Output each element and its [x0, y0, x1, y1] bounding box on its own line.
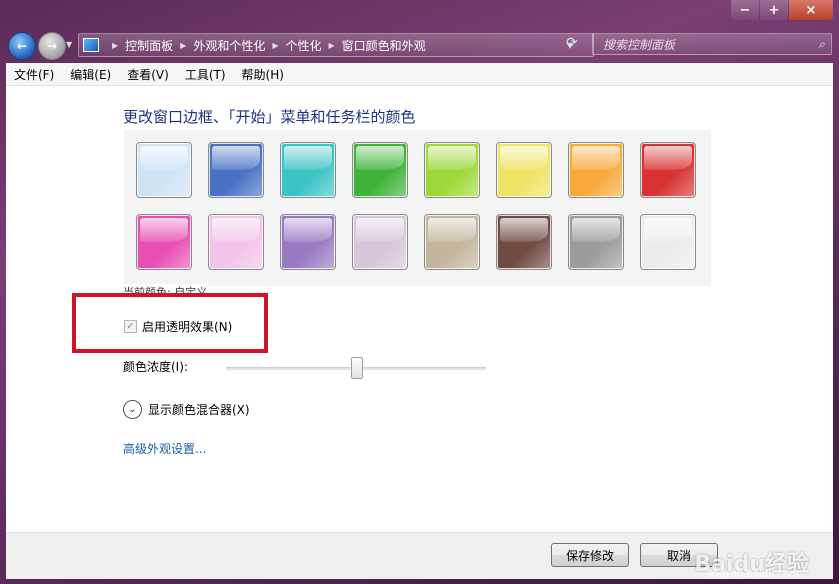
breadcrumb-personalization[interactable]: 个性化 — [286, 37, 322, 54]
page-title: 更改窗口边框、「开始」菜单和任务栏的颜色 — [123, 108, 416, 126]
menu-bar: 文件(F) 编辑(E) 查看(V) 工具(T) 帮助(H) — [6, 63, 833, 86]
breadcrumb-arrow-icon[interactable]: ▶ — [112, 41, 118, 50]
menu-view[interactable]: 查看(V) — [119, 66, 177, 83]
search-icon[interactable]: ⌕ — [818, 37, 825, 52]
advanced-appearance-link[interactable]: 高级外观设置... — [123, 440, 206, 457]
color-swatch-frost[interactable] — [640, 214, 696, 270]
menu-help[interactable]: 帮助(H) — [234, 66, 292, 83]
back-button[interactable]: ← — [8, 32, 36, 60]
color-intensity-slider-thumb[interactable] — [351, 357, 363, 379]
menu-tools[interactable]: 工具(T) — [177, 66, 234, 83]
save-changes-button[interactable]: 保存修改 — [551, 543, 629, 567]
color-swatch-panel — [124, 130, 711, 286]
color-swatch-ruby[interactable] — [640, 142, 696, 198]
search-placeholder: 搜索控制面板 — [603, 37, 676, 52]
color-swatch-sea[interactable] — [280, 142, 336, 198]
recent-pages-dropdown-icon[interactable]: ▼ — [66, 40, 72, 49]
color-swatch-blush[interactable] — [208, 214, 264, 270]
content-pane: 更改窗口边框、「开始」菜单和任务栏的颜色 当前颜色: 自定义 ✓ 启用透明效果(… — [6, 86, 833, 532]
color-swatch-fuchsia[interactable] — [136, 214, 192, 270]
color-swatch-lavender[interactable] — [352, 214, 408, 270]
breadcrumb-control-panel[interactable]: 控制面板 — [125, 37, 173, 54]
show-color-mixer[interactable]: ⌄ 显示颜色混合器(X) — [123, 400, 250, 419]
address-bar[interactable]: ▶ 控制面板 ▶ 外观和个性化 ▶ 个性化 ▶ 窗口颜色和外观 ▼ — [78, 33, 594, 57]
close-button[interactable]: × — [789, 0, 833, 20]
breadcrumb-window-color[interactable]: 窗口颜色和外观 — [342, 37, 426, 54]
color-mixer-label: 显示颜色混合器(X) — [148, 403, 250, 417]
color-swatch-twilight[interactable] — [208, 142, 264, 198]
baidu-watermark-url: jingyan.baidu.com — [706, 569, 799, 580]
color-intensity-label: 颜色浓度(I): — [123, 360, 188, 374]
menu-file[interactable]: 文件(F) — [6, 66, 62, 83]
color-swatch-sky[interactable] — [136, 142, 192, 198]
minimize-button[interactable]: − — [731, 0, 760, 20]
color-swatch-slate[interactable] — [568, 214, 624, 270]
window-controls: − + × — [731, 0, 833, 20]
color-swatch-lime[interactable] — [424, 142, 480, 198]
menu-edit[interactable]: 编辑(E) — [62, 66, 119, 83]
color-swatch-chocolate[interactable] — [496, 214, 552, 270]
search-input[interactable]: 搜索控制面板 ⌕ — [592, 33, 832, 55]
breadcrumb-appearance[interactable]: 外观和个性化 — [193, 37, 265, 54]
color-swatch-leaf[interactable] — [352, 142, 408, 198]
breadcrumb-arrow-icon[interactable]: ▶ — [329, 41, 335, 50]
refresh-icon[interactable]: ⟳ — [566, 35, 578, 51]
color-swatch-violet[interactable] — [280, 214, 336, 270]
breadcrumb-arrow-icon[interactable]: ▶ — [272, 41, 278, 50]
forward-button[interactable]: → — [38, 32, 66, 60]
control-panel-icon — [83, 38, 99, 52]
color-swatch-lemon[interactable] — [496, 142, 552, 198]
highlight-box — [72, 293, 268, 353]
color-swatch-taupe[interactable] — [424, 214, 480, 270]
navigation-bar: ← → ▼ ▶ 控制面板 ▶ 外观和个性化 ▶ 个性化 ▶ 窗口颜色和外观 ▼ … — [8, 30, 833, 60]
breadcrumb-arrow-icon[interactable]: ▶ — [180, 41, 186, 50]
maximize-button[interactable]: + — [760, 0, 789, 20]
color-swatch-pumpkin[interactable] — [568, 142, 624, 198]
chevron-down-icon[interactable]: ⌄ — [123, 400, 142, 419]
